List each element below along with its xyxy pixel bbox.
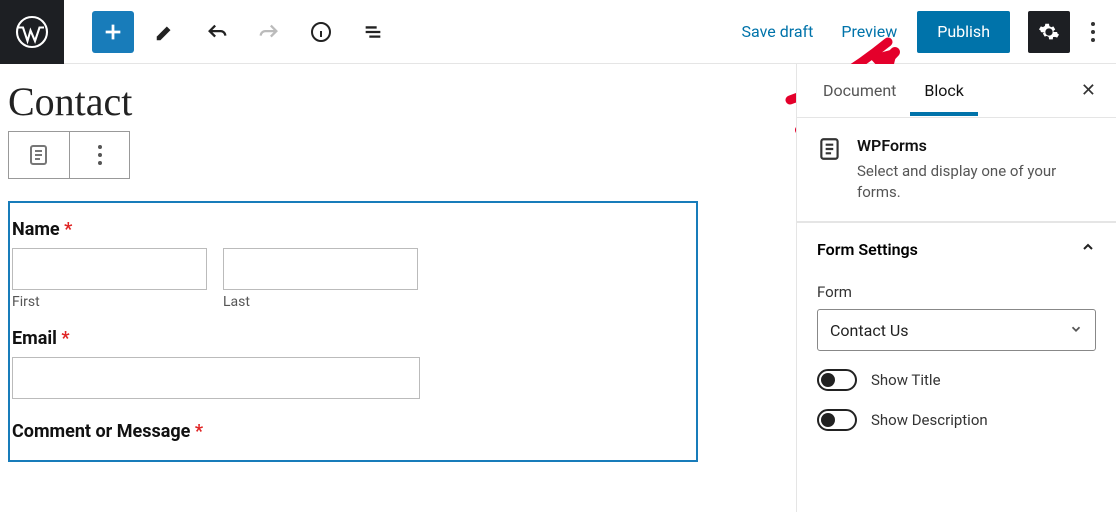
form-select-label: Form (817, 283, 1096, 301)
block-description: Select and display one of your forms. (857, 161, 1096, 203)
chevron-down-icon (1069, 321, 1083, 340)
editor-canvas: Contact Name * First Last Email * Com (0, 64, 796, 512)
tab-document[interactable]: Document (809, 81, 910, 100)
add-block-button[interactable] (92, 11, 134, 53)
form-settings-panel-toggle[interactable]: Form Settings (797, 222, 1116, 275)
wpforms-icon (817, 136, 843, 162)
block-more-icon[interactable] (69, 132, 129, 178)
close-sidebar-button[interactable]: ✕ (1073, 76, 1104, 105)
name-label: Name * (12, 219, 694, 240)
show-description-toggle[interactable] (817, 409, 857, 431)
info-button[interactable] (300, 11, 342, 53)
block-toolbar (8, 131, 130, 179)
last-name-input[interactable] (223, 248, 418, 290)
chevron-up-icon (1080, 239, 1096, 259)
comment-label: Comment or Message * (12, 421, 694, 442)
redo-button[interactable] (248, 11, 290, 53)
save-draft-button[interactable]: Save draft (728, 11, 828, 53)
undo-button[interactable] (196, 11, 238, 53)
last-sublabel: Last (223, 294, 418, 310)
publish-button[interactable]: Publish (917, 11, 1010, 53)
block-name: WPForms (857, 136, 1096, 155)
inspector-sidebar: Document Block ✕ WPForms Select and disp… (796, 64, 1116, 512)
wordpress-logo[interactable] (0, 0, 64, 64)
settings-button[interactable] (1028, 11, 1070, 53)
preview-button[interactable]: Preview (827, 11, 911, 53)
form-select[interactable]: Contact Us (817, 309, 1096, 351)
outline-button[interactable] (352, 11, 394, 53)
show-title-label: Show Title (871, 371, 941, 389)
tab-block[interactable]: Block (910, 81, 977, 100)
email-input[interactable] (12, 357, 420, 399)
show-description-label: Show Description (871, 411, 988, 429)
show-title-toggle[interactable] (817, 369, 857, 391)
more-options-button[interactable] (1078, 20, 1108, 44)
email-label: Email * (12, 328, 694, 349)
block-type-icon[interactable] (9, 132, 69, 178)
first-sublabel: First (12, 294, 207, 310)
page-title[interactable]: Contact (8, 78, 796, 125)
first-name-input[interactable] (12, 248, 207, 290)
form-block[interactable]: Name * First Last Email * Comment or Mes… (8, 201, 698, 462)
editor-topbar: Save draft Preview Publish (0, 0, 1116, 64)
edit-mode-button[interactable] (144, 11, 186, 53)
